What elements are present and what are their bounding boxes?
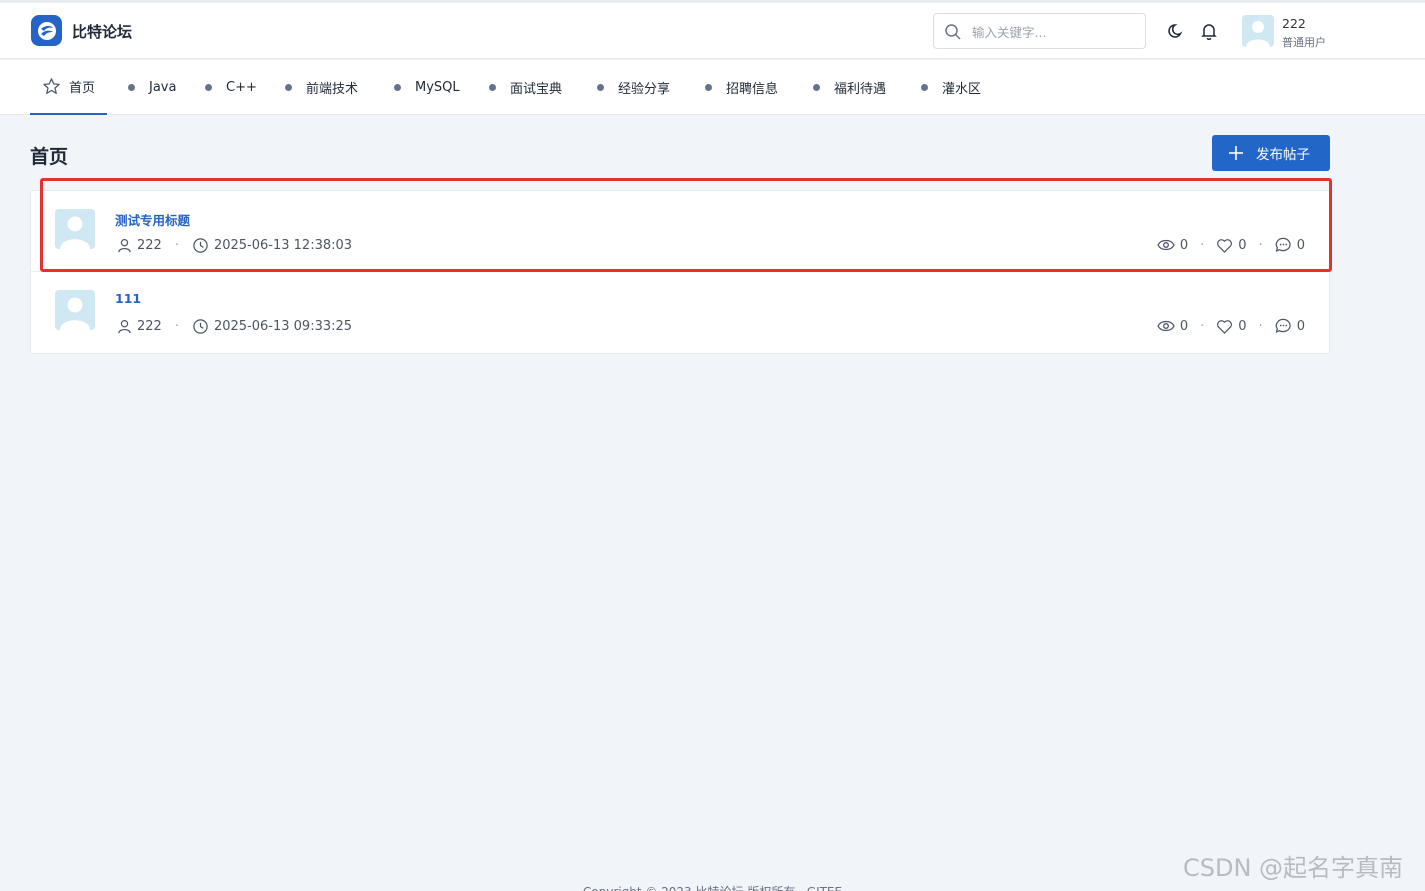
nav-item-java[interactable]: Java xyxy=(128,60,176,115)
nav-item-label: 面试宝典 xyxy=(510,82,563,97)
nav-item-jobs[interactable]: 招聘信息 xyxy=(705,60,778,115)
post-author: 222 xyxy=(137,238,162,253)
publish-post-button[interactable]: 发布帖子 xyxy=(1212,135,1330,171)
nav-item-home[interactable]: 首页 xyxy=(30,60,108,115)
user-avatar[interactable] xyxy=(1242,15,1274,47)
bullet-icon xyxy=(285,84,292,91)
nav-item-label: 招聘信息 xyxy=(726,82,779,97)
watermark: CSDN @起名字真南 xyxy=(1183,854,1404,882)
publish-label: 发布帖子 xyxy=(1256,147,1310,163)
view-count: 0 xyxy=(1179,318,1189,334)
comment-icon[interactable] xyxy=(1275,237,1292,253)
nav-item-mysql[interactable]: MySQL xyxy=(394,60,460,115)
post-stats: 0 · 0 · 0 xyxy=(1157,237,1305,253)
like-count: 0 xyxy=(1238,237,1247,253)
post-meta: 222 · 2025-06-13 09:33:25 xyxy=(117,318,352,335)
bullet-icon xyxy=(813,84,820,91)
comment-icon[interactable] xyxy=(1275,318,1292,334)
search-icon xyxy=(945,24,961,40)
nav-item-water[interactable]: 灌水区 xyxy=(921,60,981,115)
list-item[interactable]: 111 222 · 2025-06-13 09:33:25 0 · 0 · 0 xyxy=(31,272,1329,353)
bullet-icon xyxy=(705,84,712,91)
heart-icon[interactable] xyxy=(1216,238,1233,253)
notification-bell-icon[interactable] xyxy=(1200,22,1218,40)
post-list: 测试专用标题 222 · 2025-06-13 12:38:03 0 · 0 ·… xyxy=(30,190,1330,354)
nav-item-label: MySQL xyxy=(415,80,460,95)
post-author: 222 xyxy=(137,319,162,334)
clock-icon xyxy=(193,319,208,334)
nav-item-label: 福利待遇 xyxy=(834,82,887,97)
author-avatar[interactable] xyxy=(55,209,95,249)
nav-item-experience[interactable]: 经验分享 xyxy=(597,60,670,115)
bullet-icon xyxy=(489,84,496,91)
bullet-icon xyxy=(597,84,604,91)
forum-logo-icon[interactable] xyxy=(31,15,62,46)
post-title[interactable]: 111 xyxy=(115,291,141,306)
post-meta: 222 · 2025-06-13 12:38:03 xyxy=(117,237,352,254)
category-nav: 首页 Java C++ 前端技术 MySQL 面试宝典 经验分享 招聘信息 福利… xyxy=(0,60,1425,115)
plus-icon xyxy=(1229,146,1243,160)
post-stats: 0 · 0 · 0 xyxy=(1157,318,1305,334)
post-title[interactable]: 测试专用标题 xyxy=(115,210,190,229)
nav-item-label: Java xyxy=(149,80,177,95)
clock-icon xyxy=(193,238,208,253)
author-avatar[interactable] xyxy=(55,290,95,330)
like-count: 0 xyxy=(1238,318,1247,334)
dark-mode-moon-icon[interactable] xyxy=(1167,22,1185,40)
post-time: 2025-06-13 09:33:25 xyxy=(213,319,353,334)
star-icon xyxy=(43,78,60,94)
comment-count: 0 xyxy=(1296,237,1305,253)
nav-item-label: 前端技术 xyxy=(306,82,359,97)
bullet-icon xyxy=(205,84,212,91)
list-item[interactable]: 测试专用标题 222 · 2025-06-13 12:38:03 0 · 0 ·… xyxy=(31,191,1329,272)
nav-item-interview[interactable]: 面试宝典 xyxy=(489,60,562,115)
post-time: 2025-06-13 12:38:03 xyxy=(213,238,353,253)
brand-name[interactable]: 比特论坛 xyxy=(72,21,132,42)
eye-icon xyxy=(1157,320,1175,332)
search-box[interactable] xyxy=(933,13,1146,49)
nav-item-cpp[interactable]: C++ xyxy=(205,60,257,115)
nav-item-benefits[interactable]: 福利待遇 xyxy=(813,60,886,115)
user-role: 普通用户 xyxy=(1282,36,1326,49)
eye-icon xyxy=(1157,239,1175,251)
page-title: 首页 xyxy=(30,146,69,168)
bullet-icon xyxy=(394,84,401,91)
user-icon xyxy=(118,319,131,334)
user-name[interactable]: 222 xyxy=(1282,16,1306,31)
nav-item-label: 首页 xyxy=(69,81,96,96)
nav-item-label: C++ xyxy=(226,80,257,95)
nav-item-label: 灌水区 xyxy=(942,82,982,97)
view-count: 0 xyxy=(1179,237,1189,253)
user-icon xyxy=(118,238,131,253)
header: 比特论坛 222 普通用户 xyxy=(0,3,1425,59)
search-input[interactable] xyxy=(972,22,1137,42)
heart-icon[interactable] xyxy=(1216,319,1233,334)
comment-count: 0 xyxy=(1296,318,1305,334)
nav-item-label: 经验分享 xyxy=(618,82,671,97)
nav-item-frontend[interactable]: 前端技术 xyxy=(285,60,358,115)
footer-copyright: Copyright © 2023 比特论坛 版权所有 · GITEE xyxy=(0,883,1425,891)
bullet-icon xyxy=(921,84,928,91)
bullet-icon xyxy=(128,84,135,91)
